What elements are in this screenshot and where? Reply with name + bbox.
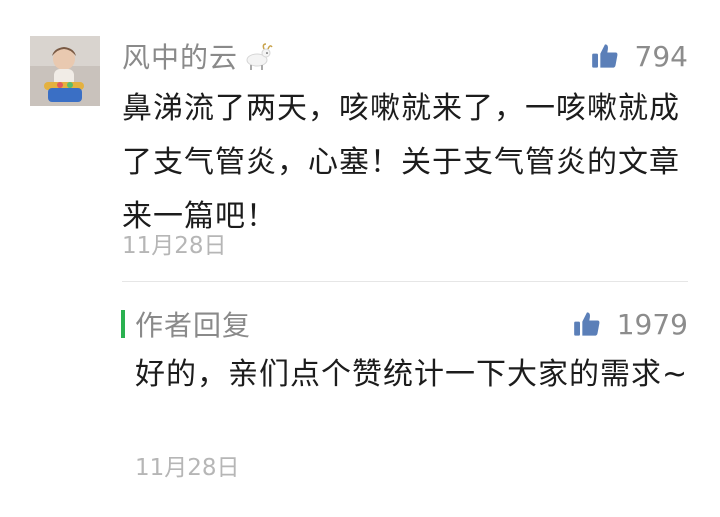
reply-author-label: 作者回复 — [135, 309, 252, 342]
thumbs-up-icon — [573, 312, 600, 336]
reply-like-count: 1979 — [616, 307, 688, 341]
reply-indicator-bar — [121, 310, 125, 338]
reply-date: 11月28日 — [135, 455, 240, 481]
author-reply: 作者回复 1979 好的，亲们点个赞统计一下大家的需求~ 11月28日 — [0, 282, 720, 517]
comment-like-count: 794 — [634, 39, 688, 73]
reply-like-button[interactable]: 1979 — [573, 304, 688, 344]
thumbs-up-icon — [591, 44, 617, 68]
username-row: 风中的云 — [122, 36, 274, 76]
goat-icon — [246, 43, 273, 70]
comment-item: 风中的云 794 鼻涕流了两天，咳嗽就来了，一咳嗽就成了支气管炎，心塞！关于支气… — [0, 0, 720, 280]
username[interactable]: 风中的云 — [122, 36, 238, 76]
avatar-image — [30, 36, 100, 106]
avatar[interactable] — [30, 36, 100, 106]
comment-text: 鼻涕流了两天，咳嗽就来了，一咳嗽就成了支气管炎，心塞！关于支气管炎的文章来一篇吧… — [122, 91, 680, 234]
comment-date: 11月28日 — [122, 233, 227, 259]
reply-text: 好的，亲们点个赞统计一下大家的需求~ — [135, 357, 689, 392]
comment-like-button[interactable]: 794 — [591, 36, 688, 76]
